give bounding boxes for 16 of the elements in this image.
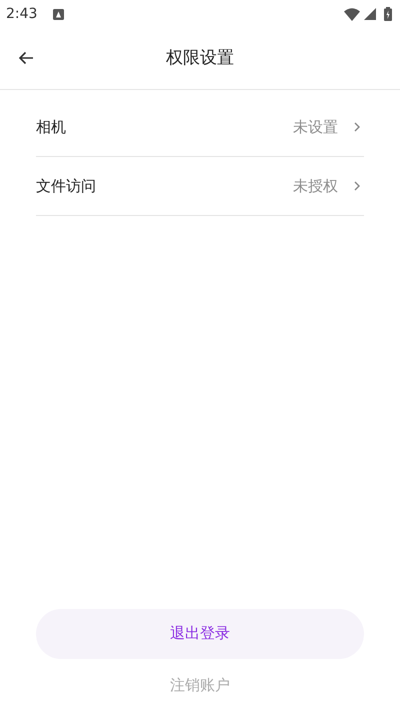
battery-icon — [384, 7, 392, 21]
page-title: 权限设置 — [166, 46, 234, 70]
signal-icon — [364, 8, 376, 20]
settings-row[interactable]: 相机 未设置 — [36, 98, 364, 157]
wifi-icon — [344, 8, 360, 20]
setting-value: 未授权 — [293, 176, 338, 197]
logout-button[interactable]: 退出登录 — [36, 608, 364, 658]
status-time: 2:43 — [6, 4, 38, 24]
notification-icon — [53, 8, 64, 20]
setting-label: 文件访问 — [36, 176, 97, 197]
back-arrow-icon — [18, 51, 34, 65]
settings-row[interactable]: 文件访问 未授权 — [36, 157, 364, 216]
chevron-right-icon — [354, 181, 360, 191]
setting-label: 相机 — [36, 116, 67, 138]
setting-value: 未设置 — [293, 116, 338, 138]
chevron-right-icon — [354, 122, 360, 132]
